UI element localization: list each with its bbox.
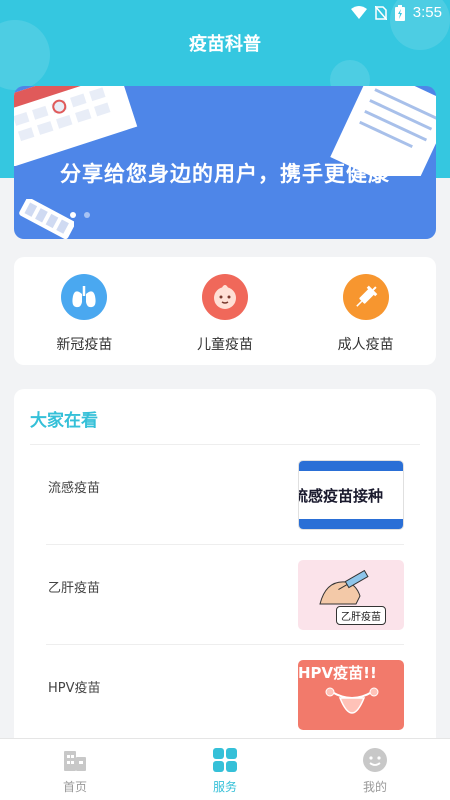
calendar-illustration bbox=[14, 86, 138, 166]
category-covid-vaccine[interactable]: 新冠疫苗 bbox=[14, 257, 155, 365]
uterus-illustration bbox=[325, 687, 379, 714]
lungs-icon bbox=[61, 274, 108, 320]
tab-home[interactable]: 首页 bbox=[0, 739, 150, 800]
article-item-hpv[interactable]: HPV疫苗 HPV疫苗!! bbox=[46, 645, 404, 745]
popular-section: 大家在看 流感疫苗 流感疫苗接种 乙肝疫苗 乙肝疫苗 HPV疫苗 HPV疫苗!! bbox=[14, 389, 436, 749]
thumbnail-text: 乙肝疫苗 bbox=[336, 606, 386, 625]
page-title: 疫苗科普 bbox=[189, 34, 261, 55]
article-thumbnail: 乙肝疫苗 bbox=[298, 560, 404, 630]
tab-label: 我的 bbox=[362, 780, 387, 794]
article-title: 流感疫苗 bbox=[48, 481, 101, 496]
article-thumbnail: HPV疫苗!! bbox=[298, 660, 404, 730]
section-title: 大家在看 bbox=[30, 411, 98, 431]
category-child-vaccine[interactable]: 儿童疫苗 bbox=[155, 257, 296, 365]
baby-face-icon bbox=[202, 274, 248, 320]
banner-carousel[interactable]: 分享给您身边的用户，携手更健康 bbox=[14, 86, 436, 239]
tab-label: 服务 bbox=[212, 780, 237, 794]
article-item-flu[interactable]: 流感疫苗 流感疫苗接种 bbox=[46, 445, 404, 545]
carousel-dot-active bbox=[70, 212, 76, 218]
home-building-icon bbox=[64, 751, 86, 771]
carousel-indicator bbox=[70, 212, 90, 218]
pill-pack-illustration bbox=[19, 199, 74, 239]
carousel-dot bbox=[84, 212, 90, 218]
wifi-icon bbox=[350, 5, 367, 19]
category-label: 成人疫苗 bbox=[337, 337, 394, 353]
injection-illustration bbox=[319, 569, 369, 605]
tab-profile[interactable]: 我的 bbox=[300, 739, 450, 800]
category-label: 儿童疫苗 bbox=[197, 337, 253, 353]
bottom-tab-bar: 首页 服务 我的 bbox=[0, 738, 450, 800]
article-title: HPV疫苗 bbox=[48, 681, 101, 696]
category-adult-vaccine[interactable]: 成人疫苗 bbox=[295, 257, 436, 365]
vaccine-categories: 新冠疫苗 儿童疫苗 成人疫苗 bbox=[14, 257, 436, 365]
banner-slogan: 分享给您身边的用户，携手更健康 bbox=[60, 162, 390, 186]
thumbnail-text: 流感疫苗接种 bbox=[298, 487, 384, 505]
status-bar: 3:55 bbox=[0, 0, 450, 26]
article-thumbnail: 流感疫苗接种 bbox=[298, 460, 404, 530]
category-label: 新冠疫苗 bbox=[56, 337, 113, 353]
article-item-hepatitis-b[interactable]: 乙肝疫苗 乙肝疫苗 bbox=[46, 545, 404, 645]
smiley-icon bbox=[363, 748, 387, 772]
article-title: 乙肝疫苗 bbox=[48, 581, 101, 596]
battery-icon bbox=[394, 4, 405, 21]
grid-icon bbox=[213, 748, 237, 772]
status-time: 3:55 bbox=[412, 4, 442, 21]
thumbnail-text: HPV疫苗!! bbox=[298, 664, 377, 682]
syringe-icon bbox=[342, 274, 389, 320]
tab-label: 首页 bbox=[62, 780, 87, 794]
no-sim-icon bbox=[374, 5, 387, 20]
tab-services[interactable]: 服务 bbox=[150, 739, 300, 800]
